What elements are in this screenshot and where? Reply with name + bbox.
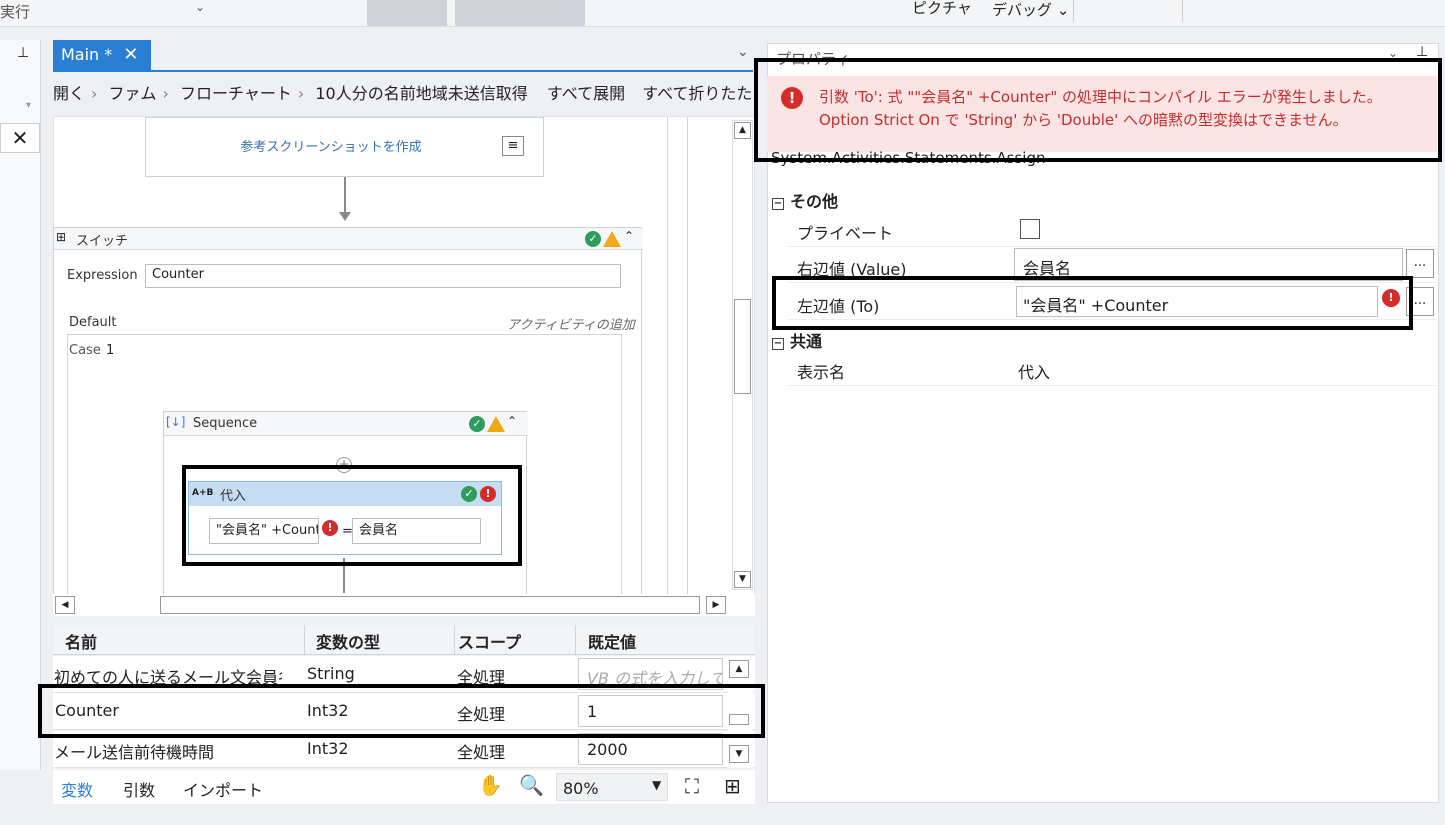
scroll-up-icon[interactable]: ▲ xyxy=(734,122,751,139)
sequence-icon: [↓] xyxy=(166,415,186,429)
variables-grid-header: 名前 変数の型 スコープ 既定値 xyxy=(53,625,755,655)
scroll-up-icon[interactable]: ▲ xyxy=(729,660,749,678)
expression-label: Expression xyxy=(67,268,138,283)
horizontal-scrollbar[interactable]: ◀ ▶ xyxy=(53,594,755,616)
case-value[interactable]: 1 xyxy=(106,343,114,358)
variable-name[interactable]: メール送信前待機時間 xyxy=(54,739,214,763)
chevron-down-icon: ▼ xyxy=(652,778,662,792)
designer-bottom-bar: 変数 引数 インポート ✋ 🔍 80% ▼ ⛶ ⊞ xyxy=(53,770,755,804)
section-common[interactable]: − 共通 xyxy=(772,328,822,352)
col-default-header[interactable]: 既定値 xyxy=(588,629,636,653)
private-label: プライベート xyxy=(797,224,894,243)
sequence-title: Sequence xyxy=(193,416,258,431)
warning-icon xyxy=(603,231,621,247)
divider xyxy=(667,117,668,595)
close-icon[interactable]: ✕ xyxy=(123,44,138,65)
zoom-select[interactable]: 80% ▼ xyxy=(556,773,668,801)
vertical-scrollbar[interactable]: ▲ ▼ xyxy=(732,120,753,590)
breadcrumb: 開く › ファム › フローチャート › 10人分の名前地域未送信取得 すべて展開 す… xyxy=(53,80,753,110)
section-label: 共通 xyxy=(790,332,823,351)
divider xyxy=(1073,0,1074,22)
switch-header: ⊞ スイッチ ✓ ⌃ xyxy=(54,228,643,250)
breadcrumb-item[interactable]: 10人分の名前地域未送信取得 xyxy=(315,84,527,103)
valid-icon: ✓ xyxy=(469,416,485,432)
add-activity-link[interactable]: アクティビティの追加 xyxy=(507,314,635,333)
property-row-display-name: 表示名 代入 xyxy=(788,350,1436,386)
switch-title: スイッチ xyxy=(76,234,129,249)
highlight-box xyxy=(182,465,522,566)
tab-main[interactable]: Main * ✕ xyxy=(53,40,151,70)
valid-icon: ✓ xyxy=(585,231,601,247)
hand-icon[interactable]: ✋ xyxy=(478,773,503,797)
collapse-icon[interactable]: ⌃ xyxy=(624,229,634,243)
sequence-header: [↓] Sequence ✓ ⌃ xyxy=(164,412,528,436)
zoom-value: 80% xyxy=(563,779,599,798)
expand-all-button[interactable]: すべて展開 xyxy=(547,84,625,103)
pin-icon[interactable]: ⊥ xyxy=(17,45,29,61)
display-name-value[interactable]: 代入 xyxy=(1018,359,1050,383)
property-row-private: プライベート xyxy=(788,211,1436,247)
activity-title: 参考スクリーンショットを作成 xyxy=(240,140,422,155)
private-checkbox[interactable] xyxy=(1020,219,1040,239)
debug-menu[interactable]: デバッグ ⌄ xyxy=(992,0,1069,20)
switch-icon: ⊞ xyxy=(56,230,67,244)
collapse-icon[interactable]: − xyxy=(772,338,784,350)
expression-input[interactable]: Counter xyxy=(145,264,621,288)
menu-icon[interactable]: ≡ xyxy=(502,136,524,156)
connector-line xyxy=(344,177,346,213)
highlight-box xyxy=(772,276,1413,330)
collapse-icon[interactable]: ⌃ xyxy=(507,414,517,428)
default-label: Default xyxy=(69,315,117,330)
variable-type[interactable]: String xyxy=(307,664,355,683)
toolbar-button[interactable] xyxy=(455,0,585,26)
breadcrumb-item[interactable]: フローチャート xyxy=(180,84,292,103)
top-toolbar: 実行 ⌄ ピクチャ デバッグ ⌄ xyxy=(0,0,1445,27)
tab-imports[interactable]: インポート xyxy=(183,777,263,801)
variable-scope[interactable]: 全処理 xyxy=(457,739,505,763)
col-type-header[interactable]: 変数の型 xyxy=(316,629,380,653)
scroll-left-icon[interactable]: ◀ xyxy=(55,596,75,614)
picture-label[interactable]: ピクチャ xyxy=(912,0,972,18)
col-name-header[interactable]: 名前 xyxy=(65,629,97,653)
toolbar-button[interactable] xyxy=(367,0,447,26)
scroll-right-icon[interactable]: ▶ xyxy=(706,596,726,614)
section-other[interactable]: − その他 xyxy=(772,188,838,212)
scroll-down-icon[interactable]: ▼ xyxy=(734,571,751,588)
zoom-icon[interactable]: 🔍 xyxy=(519,773,544,797)
arrow-icon xyxy=(339,212,351,221)
chevron-down-icon[interactable]: ⌄ xyxy=(737,44,749,60)
scroll-indicator-icon[interactable]: ▾ xyxy=(26,100,31,111)
close-icon[interactable]: ✕ xyxy=(0,123,40,153)
divider xyxy=(687,117,688,595)
case-label: Case xyxy=(69,343,101,358)
expand-icon[interactable]: ⊞ xyxy=(724,774,741,798)
fit-screen-icon[interactable]: ⛶ xyxy=(685,774,699,798)
collapse-icon[interactable]: − xyxy=(772,198,784,210)
variable-type[interactable]: Int32 xyxy=(307,739,349,758)
tab-variables[interactable]: 変数 xyxy=(61,777,93,801)
run-label[interactable]: 実行 xyxy=(0,1,30,22)
breadcrumb-item[interactable]: ファム xyxy=(109,84,157,103)
tab-underline xyxy=(53,70,753,72)
tab-arguments[interactable]: 引数 xyxy=(123,777,155,801)
screenshot-activity[interactable]: 参考スクリーンショットを作成 ≡ xyxy=(145,117,544,177)
tab-label: Main * xyxy=(61,45,113,64)
warning-icon xyxy=(487,416,505,432)
highlight-box xyxy=(38,684,765,738)
value-ellipsis-button[interactable]: ... xyxy=(1406,249,1434,278)
chevron-down-icon[interactable]: ⌄ xyxy=(195,0,205,14)
section-label: その他 xyxy=(790,192,839,211)
divider xyxy=(1182,0,1183,22)
col-scope-header[interactable]: スコープ xyxy=(458,629,521,653)
highlight-box xyxy=(754,58,1442,162)
breadcrumb-item[interactable]: 開く xyxy=(53,84,85,103)
scroll-thumb[interactable] xyxy=(734,299,751,394)
left-panel: ⊥ ▾ ✕ xyxy=(0,40,41,770)
collapse-all-button[interactable]: すべて折りたたみ xyxy=(642,84,753,103)
scroll-down-icon[interactable]: ▼ xyxy=(729,745,749,763)
scroll-thumb[interactable] xyxy=(160,596,700,614)
display-name-label: 表示名 xyxy=(797,363,846,382)
